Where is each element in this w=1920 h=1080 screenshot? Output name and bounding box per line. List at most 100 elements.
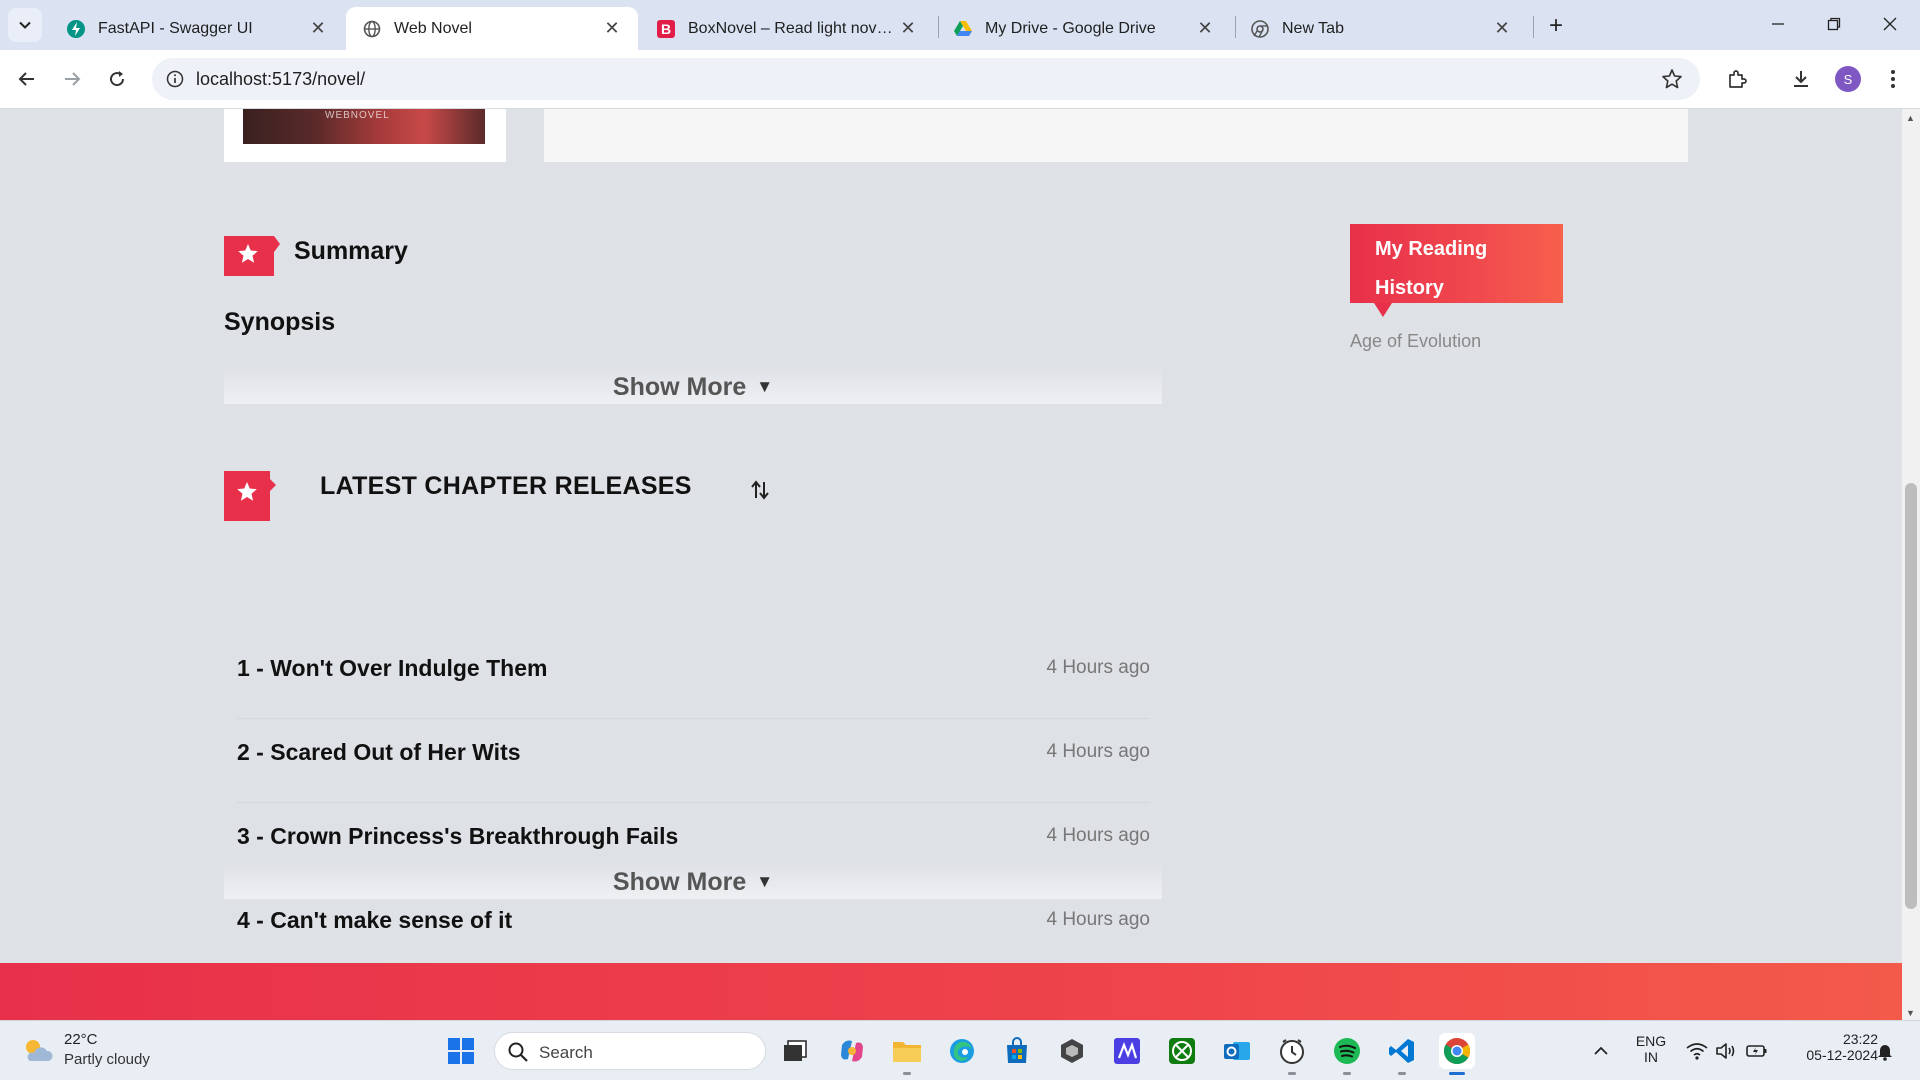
tab-search-button[interactable] [8, 8, 42, 42]
language-indicator[interactable]: ENG IN [1631, 1033, 1671, 1065]
tab-divider [1235, 16, 1236, 38]
extensions-button[interactable] [1720, 62, 1754, 96]
back-button[interactable] [10, 62, 44, 96]
bookmark-star-icon[interactable] [1660, 67, 1684, 91]
chapter-row[interactable]: 1 - Won't Over Indulge Them 4 Hours ago [237, 635, 1150, 719]
reading-history-header: My Reading History [1350, 224, 1563, 317]
task-view-icon [784, 1040, 807, 1061]
taskbar-search-box[interactable]: Search [494, 1032, 766, 1070]
edge-icon [950, 1039, 974, 1063]
menu-button[interactable] [1876, 62, 1910, 96]
close-icon[interactable]: ✕ [1492, 18, 1512, 39]
clock-app[interactable] [1274, 1033, 1310, 1069]
star-badge-icon [224, 236, 280, 276]
tab-new-tab[interactable]: New Tab ✕ [1234, 7, 1528, 50]
microsoft-store-app[interactable] [999, 1033, 1035, 1069]
reading-history-title-line1: My Reading [1375, 238, 1488, 260]
task-view-button[interactable] [777, 1033, 813, 1069]
outlook-app[interactable] [1219, 1033, 1255, 1069]
chapter-row[interactable]: 4 - Can't make sense of it 4 Hours ago [237, 887, 1150, 971]
unity-icon [1061, 1039, 1083, 1063]
app-running-indicator [903, 1072, 911, 1075]
downloads-button[interactable] [1784, 62, 1818, 96]
tab-divider [1533, 16, 1534, 38]
reading-history-item[interactable]: Age of Evolution [1350, 331, 1481, 352]
star-badge-icon [224, 471, 276, 521]
close-icon[interactable]: ✕ [1195, 18, 1215, 39]
minimize-button[interactable] [1758, 8, 1798, 40]
vscode-app[interactable] [1384, 1033, 1420, 1069]
copilot-app[interactable] [834, 1033, 870, 1069]
close-window-button[interactable] [1870, 8, 1910, 40]
chapter-time: 4 Hours ago [1046, 657, 1150, 678]
speaker-icon [1716, 1043, 1735, 1059]
caret-down-icon: ▼ [756, 377, 774, 396]
sort-order-button[interactable] [745, 475, 775, 505]
scroll-up-icon[interactable]: ▲ [1906, 113, 1915, 123]
wifi-button[interactable] [1686, 1041, 1708, 1061]
battery-button[interactable] [1746, 1041, 1768, 1061]
minimize-icon [1772, 23, 1784, 25]
tab-title: FastAPI - Swagger UI [98, 19, 253, 37]
page-scrollbar[interactable]: ▲ ▼ [1902, 109, 1920, 1020]
xbox-app[interactable] [1164, 1033, 1200, 1069]
unity-app[interactable] [1054, 1033, 1090, 1069]
notifications-button[interactable] [1874, 1041, 1896, 1061]
plus-icon: + [1548, 12, 1563, 39]
show-more-label: Show More [612, 372, 747, 401]
close-icon[interactable]: ✕ [602, 18, 622, 39]
summary-heading: Summary [294, 237, 408, 265]
weather-description: Partly cloudy [64, 1051, 150, 1068]
forward-button[interactable] [55, 62, 89, 96]
tab-boxnovel[interactable]: B BoxNovel – Read light novel, korean no… [640, 7, 934, 50]
chrome-app[interactable] [1439, 1033, 1475, 1069]
fastapi-icon [66, 19, 86, 39]
cover-card: WEBNOVEL [224, 109, 506, 162]
scrollbar-thumb[interactable] [1905, 483, 1917, 909]
weather-temperature: 22°C [64, 1031, 98, 1048]
edge-app[interactable] [944, 1033, 980, 1069]
chapter-title: 2 - Scared Out of Her Wits [237, 739, 521, 765]
tab-web-novel[interactable]: Web Novel ✕ [346, 7, 638, 50]
search-placeholder: Search [539, 1043, 593, 1062]
address-bar[interactable] [152, 58, 1700, 100]
new-tab-button[interactable]: + [1542, 12, 1570, 40]
chapter-title: 4 - Can't make sense of it [237, 907, 513, 933]
editor-app[interactable] [1109, 1033, 1145, 1069]
latest-chapters-heading: LATEST CHAPTER RELEASES [320, 472, 692, 500]
clock-area[interactable]: 23:22 05-12-2024 [1782, 1031, 1878, 1063]
chapter-title: 3 - Crown Princess's Breakthrough Fails [237, 823, 679, 849]
store-icon [1007, 1037, 1027, 1063]
start-button[interactable] [443, 1033, 479, 1069]
tab-title: BoxNovel – Read light novel, korean nove… [688, 19, 898, 37]
cover-watermark: WEBNOVEL [325, 110, 390, 121]
arrow-left-icon [18, 72, 34, 86]
partly-cloudy-icon[interactable] [20, 1035, 54, 1065]
region-code: IN [1644, 1049, 1658, 1065]
reload-button[interactable] [100, 62, 134, 96]
scroll-down-icon[interactable]: ▼ [1906, 1008, 1915, 1018]
clock-date: 05-12-2024 [1806, 1047, 1878, 1063]
volume-button[interactable] [1715, 1041, 1737, 1061]
synopsis-show-more-button[interactable]: Show More ▼ [224, 370, 1162, 404]
close-icon[interactable]: ✕ [308, 18, 328, 39]
clock-icon [1280, 1039, 1304, 1064]
url-input[interactable] [196, 69, 1396, 90]
show-hidden-icons-button[interactable] [1590, 1041, 1612, 1061]
spotify-app[interactable] [1329, 1033, 1365, 1069]
profile-avatar[interactable]: S [1835, 66, 1861, 92]
tab-fastapi[interactable]: FastAPI - Swagger UI ✕ [50, 7, 344, 50]
tab-google-drive[interactable]: My Drive - Google Drive ✕ [937, 7, 1231, 50]
restore-button[interactable] [1814, 8, 1854, 40]
chapters-show-more-button[interactable]: Show More ▼ [224, 865, 1162, 899]
puzzle-icon [1729, 70, 1747, 88]
search-icon [508, 1042, 528, 1062]
file-explorer-app[interactable] [889, 1033, 925, 1069]
reload-icon [110, 71, 125, 87]
app-running-indicator [1288, 1072, 1296, 1075]
site-info-icon[interactable] [162, 66, 188, 92]
bell-icon [1878, 1045, 1892, 1061]
chapter-row[interactable]: 2 - Scared Out of Her Wits 4 Hours ago [237, 719, 1150, 803]
close-icon[interactable]: ✕ [898, 18, 918, 39]
folder-icon [893, 1042, 921, 1062]
